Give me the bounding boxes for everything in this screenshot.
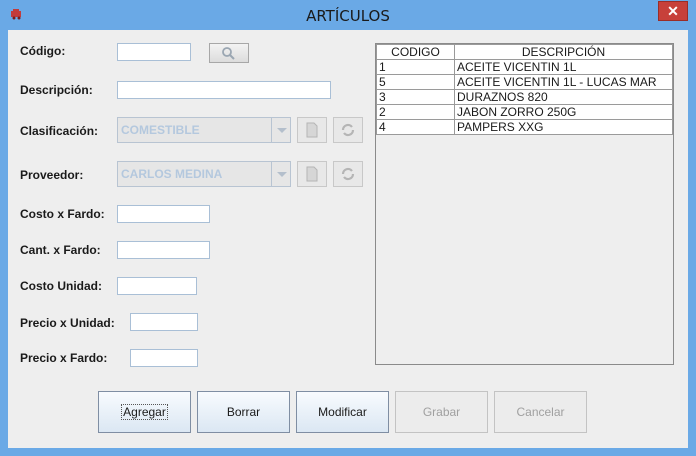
precio-fardo-label: Precio x Fardo: xyxy=(20,351,108,365)
window-title: ARTÍCULOS xyxy=(306,7,390,25)
grabar-button[interactable]: Grabar xyxy=(395,391,488,433)
borrar-button[interactable]: Borrar xyxy=(197,391,290,433)
table-row[interactable]: 5 ACEITE VICENTIN 1L - LUCAS MAR xyxy=(376,74,673,90)
descripcion-input[interactable] xyxy=(117,81,331,99)
column-codigo[interactable]: CODIGO xyxy=(376,44,455,60)
cancelar-button[interactable]: Cancelar xyxy=(494,391,587,433)
costo-fardo-label: Costo x Fardo: xyxy=(20,207,105,221)
column-descripcion[interactable]: DESCRIPCIÓN xyxy=(454,44,673,60)
costo-unidad-input[interactable] xyxy=(117,277,197,295)
document-icon xyxy=(306,122,318,138)
close-button[interactable]: ✕ xyxy=(658,1,688,21)
agregar-label: Agregar xyxy=(121,404,168,420)
descripcion-label: Descripción: xyxy=(20,83,93,97)
cell-codigo[interactable]: 1 xyxy=(376,59,455,75)
articulos-window: ARTÍCULOS ✕ Código: Descripción: Clasifi… xyxy=(0,0,696,456)
chevron-down-icon[interactable] xyxy=(271,162,290,186)
table-header-row: CODIGO DESCRIPCIÓN xyxy=(376,44,673,60)
proveedor-selected: CARLOS MEDINA xyxy=(121,167,223,181)
cell-descripcion[interactable]: DURAZNOS 820 xyxy=(454,89,673,105)
cell-descripcion[interactable]: ACEITE VICENTIN 1L xyxy=(454,59,673,75)
magnifier-icon xyxy=(222,47,235,60)
cell-descripcion[interactable]: JABON ZORRO 250G xyxy=(454,104,673,120)
document-icon xyxy=(306,166,318,182)
articulos-grid[interactable]: CODIGO DESCRIPCIÓN 1 ACEITE VICENTIN 1L … xyxy=(376,44,673,135)
chevron-down-icon[interactable] xyxy=(271,118,290,142)
clasificacion-selected: COMESTIBLE xyxy=(121,123,200,137)
codigo-input[interactable] xyxy=(117,43,191,61)
table-row[interactable]: 1 ACEITE VICENTIN 1L xyxy=(376,59,673,75)
cell-codigo[interactable]: 5 xyxy=(376,74,455,90)
clasificacion-select[interactable]: COMESTIBLE xyxy=(117,117,291,143)
cell-codigo[interactable]: 3 xyxy=(376,89,455,105)
refresh-proveedor-button[interactable] xyxy=(333,161,363,187)
cell-codigo[interactable]: 2 xyxy=(376,104,455,120)
costo-fardo-input[interactable] xyxy=(117,205,210,223)
table-row[interactable]: 3 DURAZNOS 820 xyxy=(376,89,673,105)
cant-fardo-label: Cant. x Fardo: xyxy=(20,243,101,257)
cell-descripcion[interactable]: ACEITE VICENTIN 1L - LUCAS MAR xyxy=(454,74,673,90)
table-row[interactable]: 2 JABON ZORRO 250G xyxy=(376,104,673,120)
precio-fardo-input[interactable] xyxy=(130,349,198,367)
costo-unidad-label: Costo Unidad: xyxy=(20,279,102,293)
refresh-icon xyxy=(341,123,355,137)
refresh-icon xyxy=(341,167,355,181)
title-bar: ARTÍCULOS ✕ xyxy=(0,0,696,30)
proveedor-label: Proveedor: xyxy=(20,168,84,182)
new-proveedor-button[interactable] xyxy=(297,161,327,187)
precio-unidad-input[interactable] xyxy=(130,313,198,331)
new-clasificacion-button[interactable] xyxy=(297,117,327,143)
table-row[interactable]: 4 PAMPERS XXG xyxy=(376,119,673,135)
clasificacion-label: Clasificación: xyxy=(20,124,99,138)
codigo-label: Código: xyxy=(20,44,66,58)
articulos-table[interactable]: CODIGO DESCRIPCIÓN 1 ACEITE VICENTIN 1L … xyxy=(375,43,674,365)
search-button[interactable] xyxy=(209,43,249,63)
refresh-clasificacion-button[interactable] xyxy=(333,117,363,143)
cell-descripcion[interactable]: PAMPERS XXG xyxy=(454,119,673,135)
agregar-button[interactable]: Agregar xyxy=(98,391,191,433)
proveedor-select[interactable]: CARLOS MEDINA xyxy=(117,161,291,187)
cell-codigo[interactable]: 4 xyxy=(376,119,455,135)
cant-fardo-input[interactable] xyxy=(117,241,210,259)
precio-unidad-label: Precio x Unidad: xyxy=(20,316,115,330)
modificar-button[interactable]: Modificar xyxy=(296,391,389,433)
